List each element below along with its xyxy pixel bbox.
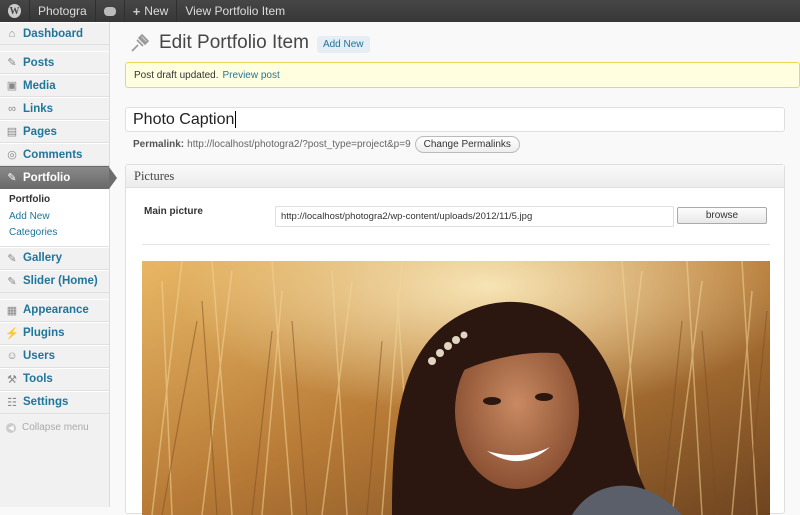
post-title-input[interactable]: Photo Caption [125, 107, 785, 132]
plugins-icon: ⚡ [5, 327, 19, 340]
post-title-value: Photo Caption [133, 110, 235, 128]
users-icon: ☺ [6, 350, 18, 362]
wordpress-logo-button[interactable]: W [0, 0, 30, 22]
permalink-url: http://localhost/photogra2/?post_type=pr… [187, 139, 411, 150]
sidebar-item-slider[interactable]: ✎ Slider (Home) [0, 269, 109, 293]
sidebar-item-gallery[interactable]: ✎ Gallery [0, 246, 109, 270]
sidebar-item-dashboard[interactable]: ⌂ Dashboard [0, 22, 109, 45]
sidebar-item-media[interactable]: ▣ Media [0, 74, 109, 97]
sidebar-item-label: Media [23, 79, 56, 92]
sidebar-item-label: Settings [23, 396, 69, 408]
preview-post-link[interactable]: Preview post [223, 70, 280, 81]
main-picture-url-value: http://localhost/photogra2/wp-content/up… [281, 211, 533, 222]
notice-text: Post draft updated. [134, 69, 219, 81]
main-picture-url-input[interactable]: http://localhost/photogra2/wp-content/up… [275, 206, 674, 227]
add-new-button[interactable]: Add New [316, 35, 370, 53]
pushpin-icon: ✎ [7, 172, 17, 184]
comments-icon: ◎ [7, 149, 17, 161]
sidebar-item-posts[interactable]: ✎ Posts [0, 51, 109, 74]
link-icon: ∞ [8, 102, 16, 115]
view-portfolio-item-link[interactable]: View Portfolio Item [177, 0, 293, 22]
sidebar-item-users[interactable]: ☺ Users [0, 344, 109, 368]
main-picture-preview [142, 261, 770, 515]
page-header: Edit Portfolio Item Add New [127, 30, 370, 56]
settings-icon: ☷ [7, 396, 17, 409]
admin-bar: W Photogra + New View Portfolio Item [0, 0, 800, 22]
divider [142, 244, 770, 245]
collapse-arrow-icon: ◀ [6, 422, 16, 433]
site-name-label: Photogra [38, 4, 87, 18]
submenu-item-add-new[interactable]: Add New [0, 209, 109, 226]
pages-icon: ▤ [6, 126, 18, 138]
browse-button[interactable]: browse [677, 207, 767, 224]
collapse-label: Collapse menu [22, 422, 89, 433]
pictures-metabox-header[interactable]: Pictures [126, 165, 784, 188]
site-name-link[interactable]: Photogra [30, 0, 96, 22]
sidebar-item-label: Dashboard [23, 27, 84, 40]
sidebar-item-pages[interactable]: ▤ Pages [0, 120, 109, 143]
page-title: Edit Portfolio Item [159, 32, 309, 53]
sidebar-item-comments[interactable]: ◎ Comments [0, 143, 109, 166]
appearance-icon: ▦ [6, 304, 18, 317]
sidebar-item-label: Posts [23, 56, 55, 69]
permalink-label: Permalink: [133, 139, 185, 150]
sidebar-item-label: Portfolio [23, 171, 71, 184]
sidebar-item-label: Appearance [23, 304, 89, 316]
portfolio-submenu: Portfolio Add New Categories [0, 189, 109, 247]
media-icon: ▣ [6, 80, 18, 92]
admin-sidebar: ⌂ Dashboard ✎ Posts ▣ Media ∞ Links ▤ Pages ◎… [0, 22, 117, 507]
plus-icon: + [132, 3, 141, 19]
change-permalinks-button[interactable]: Change Permalinks [414, 136, 520, 153]
dashboard-icon: ⌂ [8, 27, 16, 40]
tools-icon: ⚒ [7, 373, 17, 386]
main-content: Edit Portfolio Item Add New Post draft u… [111, 22, 800, 515]
permalink-row: Permalink: http://localhost/photogra2/?p… [133, 136, 520, 153]
update-notice: Post draft updated. Preview post [125, 62, 800, 88]
sidebar-item-links[interactable]: ∞ Links [0, 97, 109, 120]
sidebar-item-label: Slider (Home) [23, 275, 98, 287]
pushpin-icon: ✎ [7, 252, 17, 265]
comments-button[interactable] [96, 0, 125, 22]
sidebar-item-label: Users [23, 350, 55, 362]
pushpin-icon [127, 30, 153, 56]
sidebar-item-label: Gallery [23, 252, 62, 264]
collapse-menu-button[interactable]: ◀ Collapse menu [0, 417, 109, 439]
view-label: View Portfolio Item [185, 4, 286, 18]
new-label: New [144, 4, 169, 18]
new-content-button[interactable]: + New [125, 0, 178, 22]
main-picture-label: Main picture [144, 206, 203, 217]
submenu-item-categories[interactable]: Categories [0, 225, 109, 242]
sidebar-item-label: Plugins [23, 327, 65, 339]
metabox-title: Pictures [134, 168, 175, 183]
sidebar-item-plugins[interactable]: ⚡ Plugins [0, 321, 109, 345]
sidebar-item-label: Pages [23, 125, 57, 138]
sidebar-item-label: Tools [23, 373, 53, 385]
text-caret [235, 111, 237, 128]
sidebar-item-label: Links [23, 102, 54, 115]
pushpin-icon: ✎ [7, 57, 17, 69]
pictures-metabox: Pictures Main picture http://localhost/p… [125, 164, 785, 515]
sidebar-item-tools[interactable]: ⚒ Tools [0, 367, 109, 391]
sidebar-item-settings[interactable]: ☷ Settings [0, 390, 109, 414]
sidebar-item-label: Comments [23, 148, 83, 161]
pushpin-icon: ✎ [7, 275, 17, 288]
submenu-item-portfolio[interactable]: Portfolio [0, 192, 109, 209]
comment-bubble-icon [103, 6, 116, 16]
wordpress-logo-icon: W [8, 4, 21, 18]
sidebar-item-appearance[interactable]: ▦ Appearance [0, 298, 109, 322]
sidebar-item-portfolio[interactable]: ✎ Portfolio [0, 166, 117, 189]
